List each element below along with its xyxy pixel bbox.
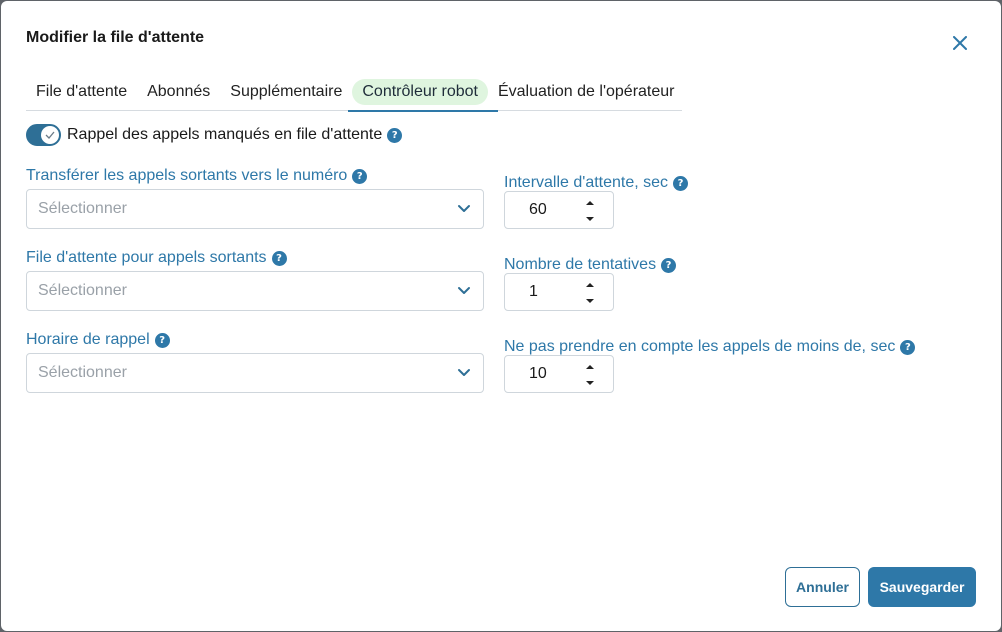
attempts-input[interactable]: 1 (504, 273, 614, 311)
min-duration-label-text: Ne pas prendre en compte les appels de m… (504, 338, 896, 355)
tab-abonnes[interactable]: Abonnés (137, 79, 220, 105)
callback-toggle-label: Rappel des appels manqués en file d'atte… (67, 126, 383, 143)
help-icon[interactable]: ? (271, 250, 287, 266)
transfer-number-select[interactable]: Sélectionner (26, 189, 484, 229)
attempts-label: Nombre de tentatives ? (504, 256, 677, 274)
save-button[interactable]: Sauvegarder (868, 567, 976, 607)
wait-interval-label-text: Intervalle d'attente, sec (504, 174, 669, 191)
tab-supplementaire[interactable]: Supplémentaire (220, 79, 352, 105)
callback-toggle-row: Rappel des appels manqués en file d'atte… (26, 124, 403, 146)
callback-schedule-label: Horaire de rappel ? (26, 331, 170, 349)
help-icon[interactable]: ? (387, 127, 403, 143)
select-placeholder: Sélectionner (38, 364, 127, 381)
edit-queue-dialog: Modifier la file d'attente File d'attent… (1, 1, 1001, 631)
caret-up-icon[interactable] (585, 200, 595, 206)
select-placeholder: Sélectionner (38, 282, 127, 299)
number-value: 1 (529, 283, 538, 300)
help-icon[interactable]: ? (352, 168, 368, 184)
callback-schedule-label-text: Horaire de rappel (26, 331, 150, 348)
help-icon[interactable]: ? (154, 332, 170, 348)
number-value: 10 (529, 365, 547, 382)
tab-bar: File d'attente Abonnés Supplémentaire Co… (26, 79, 685, 112)
attempts-label-text: Nombre de tentatives (504, 256, 657, 273)
dialog-title: Modifier la file d'attente (26, 29, 205, 46)
outgoing-queue-label-text: File d'attente pour appels sortants (26, 249, 267, 266)
caret-up-icon[interactable] (585, 282, 595, 288)
wait-interval-label: Intervalle d'attente, sec ? (504, 174, 689, 192)
min-duration-label: Ne pas prendre en compte les appels de m… (504, 338, 916, 356)
help-icon[interactable]: ? (673, 175, 689, 191)
help-icon[interactable]: ? (661, 257, 677, 273)
chevron-down-icon (458, 205, 470, 212)
caret-down-icon[interactable] (585, 380, 595, 386)
chevron-down-icon (458, 287, 470, 294)
close-button[interactable] (949, 32, 971, 54)
wait-interval-input[interactable]: 60 (504, 191, 614, 229)
check-icon (45, 131, 55, 139)
number-stepper[interactable] (585, 200, 595, 222)
callback-schedule-select[interactable]: Sélectionner (26, 353, 484, 393)
transfer-number-label: Transférer les appels sortants vers le n… (26, 167, 368, 185)
chevron-down-icon (458, 369, 470, 376)
tab-file-d-attente[interactable]: File d'attente (26, 79, 137, 105)
number-stepper[interactable] (585, 364, 595, 386)
caret-up-icon[interactable] (585, 364, 595, 370)
help-icon[interactable]: ? (900, 339, 916, 355)
min-duration-input[interactable]: 10 (504, 355, 614, 393)
close-icon (953, 36, 967, 50)
outgoing-queue-label: File d'attente pour appels sortants ? (26, 249, 287, 267)
number-value: 60 (529, 201, 547, 218)
caret-down-icon[interactable] (585, 216, 595, 222)
toggle-knob (41, 126, 59, 144)
callback-toggle[interactable] (26, 124, 61, 146)
tab-controleur-robot[interactable]: Contrôleur robot (348, 79, 498, 112)
outgoing-queue-select[interactable]: Sélectionner (26, 271, 484, 311)
caret-down-icon[interactable] (585, 298, 595, 304)
select-placeholder: Sélectionner (38, 200, 127, 217)
cancel-button[interactable]: Annuler (785, 567, 860, 607)
tab-evaluation-operateur[interactable]: Évaluation de l'opérateur (488, 79, 685, 105)
transfer-number-label-text: Transférer les appels sortants vers le n… (26, 167, 348, 184)
number-stepper[interactable] (585, 282, 595, 304)
